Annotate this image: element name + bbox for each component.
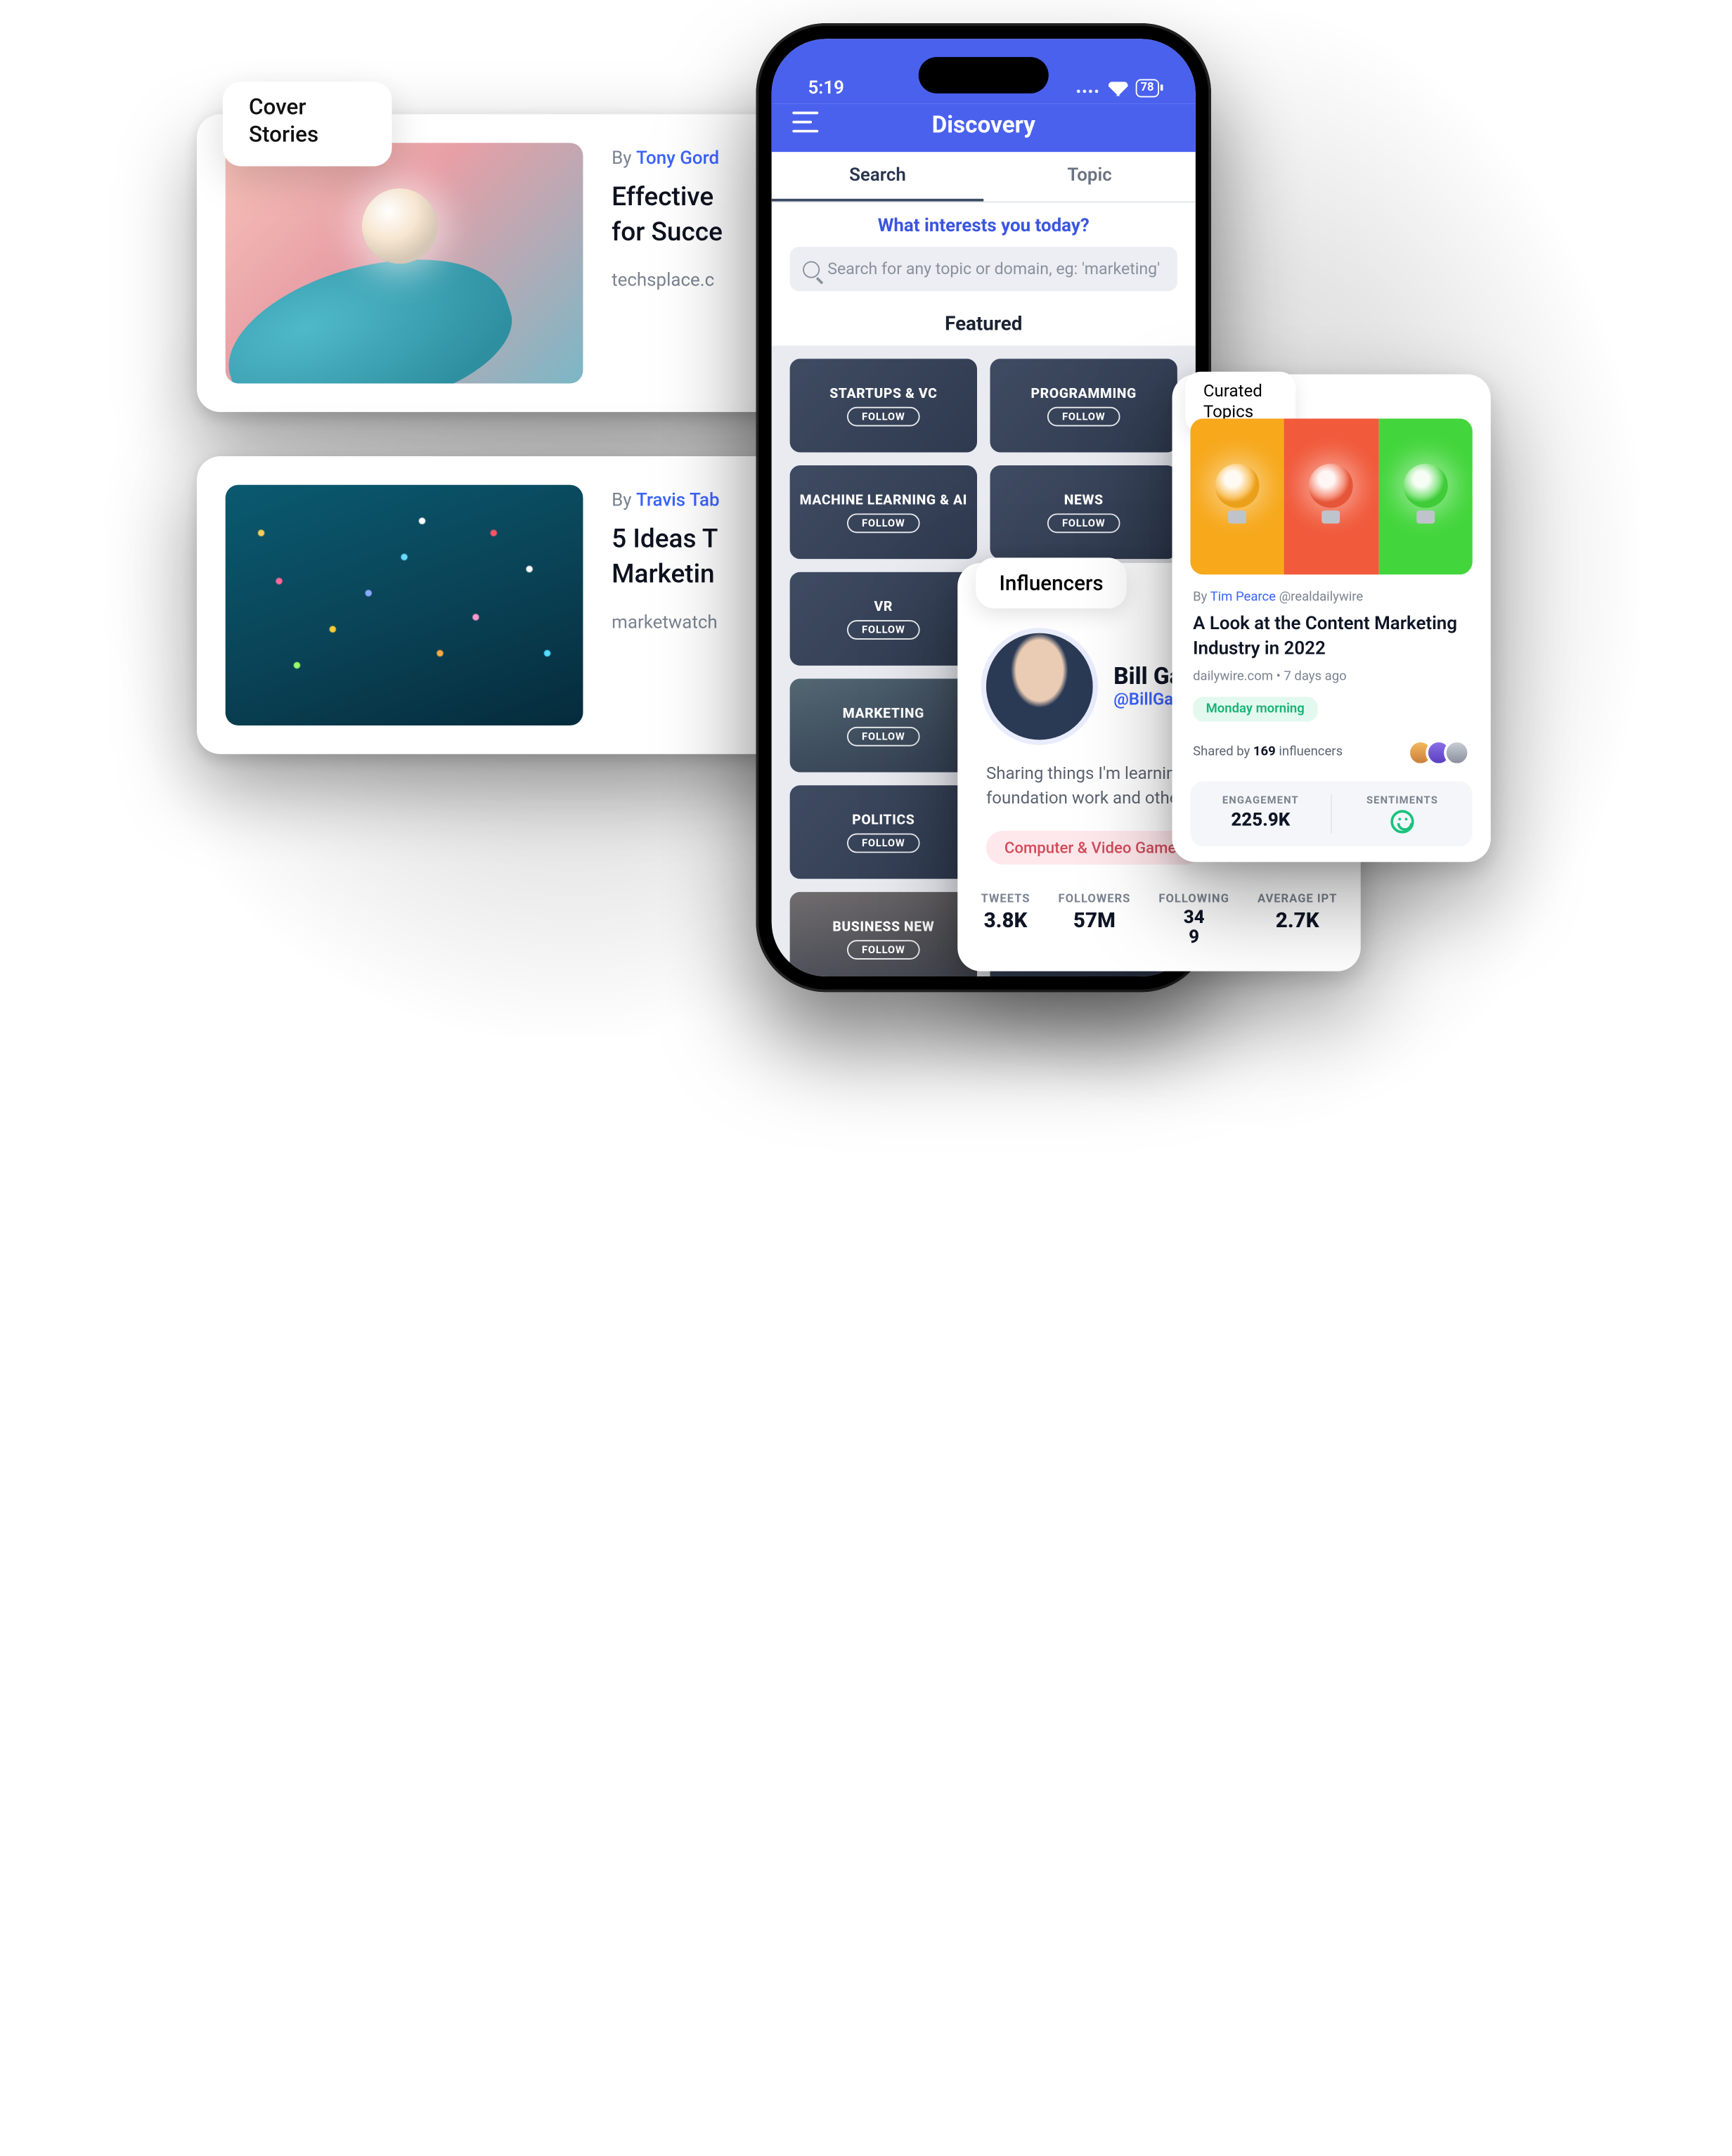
story-thumbnail	[226, 143, 583, 383]
story-title: Effective for Succe	[612, 179, 723, 250]
stat-following: FOLLOWING 349	[1158, 893, 1229, 948]
story-body: By Travis Tab 5 Ideas T Marketin marketw…	[612, 485, 719, 633]
curated-byline: By Tim Pearce @realdailywire	[1193, 590, 1470, 605]
search-icon	[803, 261, 820, 278]
cover-stories-label-1: Cover	[249, 95, 306, 121]
topic-name: NEWS	[1056, 491, 1111, 508]
follow-button[interactable]: FOLLOW	[848, 727, 919, 747]
topic-name: PROGRAMMING	[1023, 385, 1144, 401]
search-input[interactable]: Search for any topic or domain, eg: 'mar…	[790, 247, 1177, 291]
tab-topic[interactable]: Topic	[983, 152, 1196, 201]
story-author[interactable]: Tony Gord	[636, 148, 719, 169]
curated-tag-pill[interactable]: Monday morning	[1193, 697, 1317, 721]
influencer-stats: TWEETS 3.8K FOLLOWERS 57M FOLLOWING 349 …	[957, 864, 1361, 948]
curated-hero-image	[1190, 418, 1472, 574]
search-placeholder: Search for any topic or domain, eg: 'mar…	[827, 259, 1160, 279]
topic-card[interactable]: VR FOLLOW	[790, 572, 977, 666]
topic-name: MARKETING	[835, 704, 932, 721]
shared-avatars[interactable]	[1415, 740, 1470, 766]
follow-button[interactable]: FOLLOW	[848, 940, 919, 960]
curated-shared-by: Shared by 169 influencers	[1193, 740, 1470, 766]
featured-heading: Featured	[772, 304, 1196, 346]
story-source: marketwatch	[612, 612, 719, 633]
story-thumbnail	[226, 485, 583, 725]
app-header: Discovery	[772, 104, 1196, 152]
curated-title[interactable]: A Look at the Content Marketing Industry…	[1193, 612, 1470, 661]
topic-card[interactable]: MACHINE LEARNING & AI FOLLOW	[790, 465, 977, 559]
follow-button[interactable]: FOLLOW	[848, 620, 919, 640]
menu-icon[interactable]	[792, 112, 818, 133]
stat-avg-ipt: AVERAGE IPT 2.7K	[1258, 893, 1337, 948]
curated-topics-card: Curated Topics By Tim Pearce @realdailyw…	[1172, 375, 1491, 862]
influencer-category-chip[interactable]: Computer & Video Games	[986, 830, 1203, 864]
battery-indicator: 78	[1135, 79, 1159, 98]
topic-name: STARTUPS & VC	[822, 385, 945, 401]
topic-card[interactable]: MARKETING FOLLOW	[790, 678, 977, 772]
smiley-icon	[1390, 810, 1414, 833]
topic-name: BUSINESS NEW	[825, 918, 942, 935]
story-body: By Tony Gord Effective for Succe techspl…	[612, 143, 723, 291]
story-source: techsplace.c	[612, 271, 723, 292]
curated-author[interactable]: Tim Pearce	[1210, 590, 1276, 605]
cellular-icon	[1076, 78, 1100, 99]
cover-stories-tag: Cover Stories	[223, 82, 392, 165]
influencers-tag: Influencers	[976, 557, 1127, 608]
follow-button[interactable]: FOLLOW	[848, 407, 919, 427]
metric-sentiments: SENTIMENTS	[1331, 794, 1473, 834]
story-author[interactable]: Travis Tab	[636, 490, 720, 511]
topic-card[interactable]: BUSINESS NEW FOLLOW	[790, 892, 977, 976]
status-time: 5:19	[808, 78, 844, 99]
discovery-prompt: What interests you today?	[772, 202, 1196, 247]
topic-card[interactable]: PROGRAMMING FOLLOW	[990, 359, 1177, 452]
metric-engagement: ENGAGEMENT 225.9K	[1190, 794, 1331, 834]
app-title: Discovery	[932, 112, 1035, 139]
stat-tweets: TWEETS 3.8K	[981, 893, 1030, 948]
follow-button[interactable]: FOLLOW	[848, 834, 919, 853]
wifi-icon	[1108, 81, 1127, 95]
follow-button[interactable]: FOLLOW	[1048, 513, 1120, 533]
topic-name: VR	[866, 598, 900, 615]
topic-card[interactable]: STARTUPS & VC FOLLOW	[790, 359, 977, 452]
story-byline: By Tony Gord	[612, 148, 723, 169]
dynamic-island	[919, 57, 1049, 93]
avatar-icon	[1444, 740, 1470, 766]
follow-button[interactable]: FOLLOW	[848, 513, 919, 533]
story-byline: By Travis Tab	[612, 490, 719, 511]
topic-name: POLITICS	[844, 811, 922, 828]
tab-search[interactable]: Search	[772, 152, 984, 201]
stat-followers: FOLLOWERS 57M	[1059, 893, 1131, 948]
influencer-avatar[interactable]	[986, 633, 1093, 740]
topic-card[interactable]: NEWS FOLLOW	[990, 465, 1177, 559]
curated-metrics: ENGAGEMENT 225.9K SENTIMENTS	[1190, 781, 1472, 846]
tabs: Search Topic	[772, 152, 1196, 202]
story-title: 5 Ideas T Marketin	[612, 522, 719, 592]
topic-name: MACHINE LEARNING & AI	[791, 491, 975, 508]
curated-source: dailywire.com • 7 days ago	[1193, 669, 1470, 683]
topic-card[interactable]: POLITICS FOLLOW	[790, 785, 977, 879]
follow-button[interactable]: FOLLOW	[1048, 407, 1120, 427]
cover-stories-label-2: Stories	[249, 122, 318, 148]
